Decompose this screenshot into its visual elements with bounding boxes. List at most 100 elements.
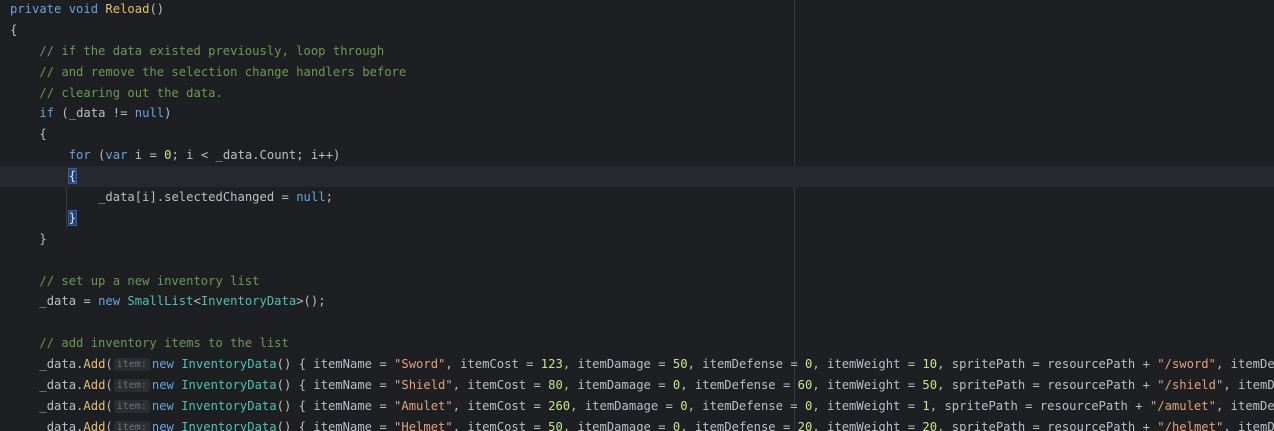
code-editor[interactable]: private void Reload() { // if the data e…	[0, 0, 1274, 431]
keyword: void	[68, 2, 99, 16]
type-name: InventoryData	[181, 419, 277, 431]
code-line[interactable]: _data = new SmallList<InventoryData>();	[10, 291, 1274, 312]
property: itemCost	[460, 357, 519, 372]
property: itemWeight	[827, 419, 901, 431]
code-line[interactable]: _data.Add(item: new InventoryData() { ite…	[10, 417, 1274, 431]
identifier: _data	[39, 357, 77, 372]
string-literal: "Amulet"	[394, 398, 453, 413]
open-brace: {	[10, 22, 18, 37]
code-line[interactable]: }	[10, 208, 1274, 229]
type-name: InventoryData	[181, 398, 277, 413]
type-name: InventoryData	[200, 294, 297, 309]
method-name: Add	[83, 419, 106, 431]
property: itemDefense	[694, 378, 776, 393]
code-line[interactable]: }	[10, 229, 1274, 250]
method-name: Add	[83, 357, 106, 372]
code-line[interactable]: {	[10, 124, 1274, 145]
property: itemName	[313, 419, 372, 431]
identifier: resourcePath	[1047, 357, 1136, 372]
property: spritePath	[951, 357, 1026, 372]
property: itemDescriptio	[1238, 378, 1274, 393]
code-line[interactable]	[10, 312, 1274, 333]
null-literal: null	[134, 106, 165, 121]
code-line[interactable]: {	[10, 20, 1274, 41]
property: itemName	[313, 378, 372, 393]
identifier: _data	[68, 106, 106, 121]
property: itemName	[313, 398, 372, 413]
identifier: i	[134, 148, 143, 163]
code-line[interactable]: // if the data existed previously, loop …	[10, 41, 1274, 62]
identifier: _data	[39, 419, 77, 431]
comment: // add inventory items to the list	[39, 336, 289, 351]
property: selectedChanged	[164, 190, 275, 205]
code-line[interactable]	[10, 250, 1274, 271]
close-brace: }	[39, 231, 47, 246]
property: itemWeight	[827, 378, 901, 393]
property: itemDescription	[1230, 398, 1274, 413]
identifier: resourcePath	[1039, 398, 1128, 413]
number-literal: 50	[548, 419, 563, 431]
string-literal: "Helmet"	[394, 419, 453, 431]
property: itemCost	[467, 419, 527, 431]
comment: // if the data existed previously, loop …	[39, 43, 385, 58]
property: itemDamage	[577, 419, 651, 431]
property: itemCost	[467, 398, 527, 413]
identifier: _data	[98, 190, 135, 205]
identifier: i	[142, 190, 150, 205]
property: itemDescription	[1230, 357, 1274, 372]
keyword: new	[151, 419, 174, 431]
code-line[interactable]: _data[i].selectedChanged = null;	[10, 187, 1274, 208]
type-name: SmallList	[127, 294, 194, 309]
type-name: InventoryData	[181, 378, 277, 393]
number-literal: 60	[797, 378, 813, 393]
number-literal: 0	[164, 148, 172, 163]
number-literal: 10	[922, 357, 938, 372]
identifier: _data	[39, 398, 77, 413]
method-name: Reload	[105, 2, 150, 16]
code-line[interactable]: private void Reload()	[10, 0, 1274, 20]
method-name: Add	[83, 378, 106, 393]
property: itemDamage	[577, 357, 651, 372]
code-line[interactable]: for (var i = 0; i < _data.Count; i++)	[10, 145, 1274, 166]
keyword: new	[151, 398, 174, 413]
identifier: resourcePath	[1047, 378, 1136, 393]
keyword: new	[151, 378, 174, 393]
code-line[interactable]: // set up a new inventory list	[10, 271, 1274, 292]
property: Count	[259, 148, 297, 163]
code-line[interactable]: _data.Add(item: new InventoryData() { ite…	[10, 354, 1274, 375]
number-literal: 0	[680, 398, 688, 413]
null-literal: null	[296, 190, 326, 205]
code-area[interactable]: private void Reload() { // if the data e…	[0, 0, 1274, 431]
identifier: i	[186, 148, 194, 163]
code-line[interactable]: // and remove the selection change handl…	[10, 62, 1274, 83]
code-line[interactable]: // add inventory items to the list	[10, 333, 1274, 354]
comment: // and remove the selection change handl…	[39, 64, 407, 79]
property: spritePath	[944, 398, 1018, 413]
highlighted-open-brace: {	[67, 168, 78, 185]
property: itemWeight	[827, 357, 901, 372]
number-literal: 0	[804, 398, 813, 413]
code-line[interactable]: _data.Add(item: new InventoryData() { ite…	[10, 396, 1274, 417]
property: itemDefense	[702, 398, 783, 413]
identifier: _data	[215, 148, 253, 163]
code-line[interactable]: _data.Add(item: new InventoryData() { ite…	[10, 375, 1274, 396]
keyword: if	[39, 106, 55, 121]
parens: ()	[149, 2, 165, 16]
code-line[interactable]: // clearing out the data.	[10, 83, 1274, 104]
current-code-line[interactable]: {	[0, 166, 1274, 188]
code-line[interactable]: if (_data != null)	[10, 103, 1274, 124]
identifier: _data	[39, 378, 77, 393]
string-literal: "/helmet"	[1157, 419, 1224, 431]
string-literal: "/shield"	[1157, 378, 1224, 393]
string-literal: "Shield"	[394, 378, 453, 393]
keyword: new	[151, 357, 174, 372]
property: spritePath	[951, 419, 1026, 431]
type-name: InventoryData	[181, 357, 277, 372]
identifier: _data	[39, 294, 77, 309]
identifier: resourcePath	[1047, 419, 1136, 431]
keyword: new	[98, 294, 121, 309]
string-literal: "/amulet"	[1149, 398, 1216, 413]
highlighted-close-brace: }	[67, 209, 78, 226]
parameter-hint: item:	[113, 420, 150, 431]
property: itemDamage	[577, 378, 651, 393]
